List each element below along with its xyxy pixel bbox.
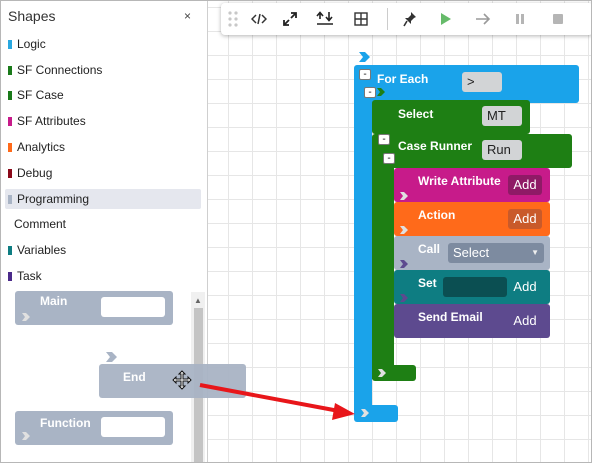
app-frame: For Each > - Select MT - Case Runner Run…: [0, 0, 592, 463]
drag-arrow-annotation: [199, 383, 355, 420]
